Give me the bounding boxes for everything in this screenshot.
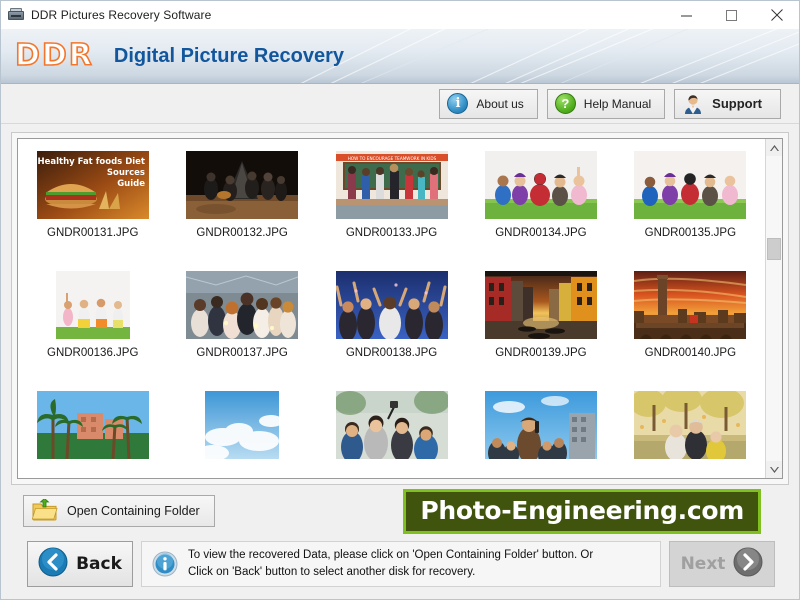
window-title: DDR Pictures Recovery Software bbox=[31, 8, 211, 22]
thumbnail-item[interactable]: HOW TO ENCOURAGE TEAMWORK IN KIDS bbox=[317, 151, 466, 239]
status-message-line1: To view the recovered Data, please click… bbox=[188, 549, 593, 561]
next-button[interactable]: Next bbox=[669, 541, 775, 587]
burger-diet-guide-thumbnail[interactable]: Healthy Fat foods Diet Sources Guide bbox=[37, 151, 149, 219]
thumbnail-item[interactable] bbox=[167, 391, 316, 467]
file-name: GNDR00134.JPG bbox=[495, 227, 586, 239]
thumbnail-item[interactable]: GNDR00132.JPG bbox=[167, 151, 316, 239]
thumbnail-row: Healthy Fat foods Diet Sources Guide bbox=[18, 151, 765, 271]
next-label: Next bbox=[681, 554, 726, 574]
open-folder-label: Open Containing Folder bbox=[67, 504, 200, 518]
blue-sky-clouds-thumbnail[interactable] bbox=[205, 391, 279, 459]
window-controls bbox=[664, 1, 799, 29]
ddr-logo: DDR bbox=[15, 41, 94, 71]
support-button[interactable]: Support bbox=[674, 89, 781, 119]
city-sunset-tower-thumbnail[interactable] bbox=[634, 271, 746, 339]
file-name: GNDR00131.JPG bbox=[47, 227, 138, 239]
thumbnail-item[interactable] bbox=[466, 391, 615, 467]
svg-text:Healthy Fat foods Diet: Healthy Fat foods Diet bbox=[37, 157, 145, 167]
close-button[interactable] bbox=[754, 1, 799, 29]
maximize-button[interactable] bbox=[709, 1, 754, 29]
party-group-sparklers-thumbnail[interactable] bbox=[186, 271, 298, 339]
thumbnail-item[interactable]: GNDR00140.JPG bbox=[616, 271, 765, 359]
open-folder-icon bbox=[32, 499, 58, 524]
app-header: DDR Digital Picture Recovery bbox=[1, 29, 799, 84]
file-name: GNDR00136.JPG bbox=[47, 347, 138, 359]
app-header-title: Digital Picture Recovery bbox=[114, 45, 344, 68]
help-manual-label: Help Manual bbox=[584, 97, 651, 111]
results-panel: Healthy Fat foods Diet Sources Guide bbox=[11, 132, 789, 485]
thumbnail-row: GNDR00136.JPG bbox=[18, 271, 765, 391]
scroll-up-button[interactable] bbox=[766, 139, 782, 156]
main-content: Healthy Fat foods Diet Sources Guide bbox=[1, 124, 799, 599]
kids-dancing-white-thumbnail[interactable] bbox=[56, 271, 130, 339]
back-button[interactable]: Back bbox=[27, 541, 133, 587]
file-name: GNDR00137.JPG bbox=[196, 347, 287, 359]
thumbnail-row bbox=[18, 391, 765, 478]
footer-nav: Back To view the recovered Data, please … bbox=[11, 537, 789, 599]
back-arrow-icon bbox=[38, 547, 68, 582]
status-message-line2: Click on 'Back' button to select another… bbox=[188, 566, 475, 578]
help-manual-button[interactable]: ? Help Manual bbox=[547, 89, 665, 119]
scrollbar-track[interactable] bbox=[766, 156, 782, 461]
thumbnail-item[interactable]: GNDR00134.JPG bbox=[466, 151, 615, 239]
file-name: GNDR00138.JPG bbox=[346, 347, 437, 359]
crowd-blue-sky-speaker-thumbnail[interactable] bbox=[485, 391, 597, 459]
action-bar: Open Containing Folder Photo-Engineering… bbox=[11, 485, 789, 537]
thumbnail-grid: Healthy Fat foods Diet Sources Guide bbox=[18, 139, 765, 478]
about-us-button[interactable]: i About us bbox=[439, 89, 537, 119]
file-name: GNDR00135.JPG bbox=[645, 227, 736, 239]
kids-grass-costumes-2-thumbnail[interactable] bbox=[634, 151, 746, 219]
support-label: Support bbox=[712, 96, 762, 111]
thumbnail-item[interactable]: GNDR00136.JPG bbox=[18, 271, 167, 359]
top-toolbar: i About us ? Help Manual Support bbox=[1, 84, 799, 124]
info-icon bbox=[152, 551, 178, 577]
minimize-button[interactable] bbox=[664, 1, 709, 29]
thumbnail-item[interactable]: GNDR00135.JPG bbox=[616, 151, 765, 239]
status-message: To view the recovered Data, please click… bbox=[188, 547, 593, 580]
campfire-guitar-night-thumbnail[interactable] bbox=[186, 151, 298, 219]
thumbnail-item[interactable] bbox=[317, 391, 466, 467]
svg-text:HOW TO ENCOURAGE TEAMWORK IN K: HOW TO ENCOURAGE TEAMWORK IN KIDS bbox=[347, 156, 436, 161]
scroll-down-button[interactable] bbox=[766, 461, 782, 478]
party-crowd-celebration-thumbnail[interactable] bbox=[336, 271, 448, 339]
thumbnail-item[interactable]: GNDR00138.JPG bbox=[317, 271, 466, 359]
svg-text:Guide: Guide bbox=[117, 179, 145, 189]
thumbnail-item[interactable]: Healthy Fat foods Diet Sources Guide bbox=[18, 151, 167, 239]
file-name: GNDR00133.JPG bbox=[346, 227, 437, 239]
next-arrow-icon bbox=[733, 547, 763, 582]
open-containing-folder-button[interactable]: Open Containing Folder bbox=[23, 495, 215, 527]
info-icon: i bbox=[447, 93, 468, 114]
file-name: GNDR00140.JPG bbox=[645, 347, 736, 359]
vertical-scrollbar[interactable] bbox=[765, 139, 782, 478]
status-message-box: To view the recovered Data, please click… bbox=[141, 541, 661, 587]
palm-trees-buildings-thumbnail[interactable] bbox=[37, 391, 149, 459]
thumbnail-listbox[interactable]: Healthy Fat foods Diet Sources Guide bbox=[17, 138, 783, 479]
about-us-label: About us bbox=[476, 97, 523, 111]
scanner-icon bbox=[8, 7, 24, 23]
thumbnail-item[interactable]: GNDR00137.JPG bbox=[167, 271, 316, 359]
classroom-kids-chalkboard-thumbnail[interactable]: HOW TO ENCOURAGE TEAMWORK IN KIDS bbox=[336, 151, 448, 219]
kids-grass-costumes-thumbnail[interactable] bbox=[485, 151, 597, 219]
thumbnail-item[interactable]: GNDR00139.JPG bbox=[466, 271, 615, 359]
file-name: GNDR00139.JPG bbox=[495, 347, 586, 359]
watermark-banner: Photo-Engineering.com bbox=[403, 489, 761, 534]
thumbnail-item[interactable] bbox=[616, 391, 765, 467]
title-bar: DDR Pictures Recovery Software bbox=[1, 1, 799, 29]
thumbnail-item[interactable] bbox=[18, 391, 167, 467]
file-name: GNDR00132.JPG bbox=[196, 227, 287, 239]
svg-text:Sources: Sources bbox=[107, 168, 145, 178]
autumn-park-people-thumbnail[interactable] bbox=[634, 391, 746, 459]
scrollbar-thumb[interactable] bbox=[767, 238, 781, 260]
app-window: DDR Pictures Recovery Software bbox=[0, 0, 800, 600]
back-label: Back bbox=[76, 554, 122, 574]
question-mark-icon: ? bbox=[555, 93, 576, 114]
friends-selfie-street-thumbnail[interactable] bbox=[336, 391, 448, 459]
burano-canal-sunset-thumbnail[interactable] bbox=[485, 271, 597, 339]
support-agent-icon bbox=[682, 93, 704, 115]
